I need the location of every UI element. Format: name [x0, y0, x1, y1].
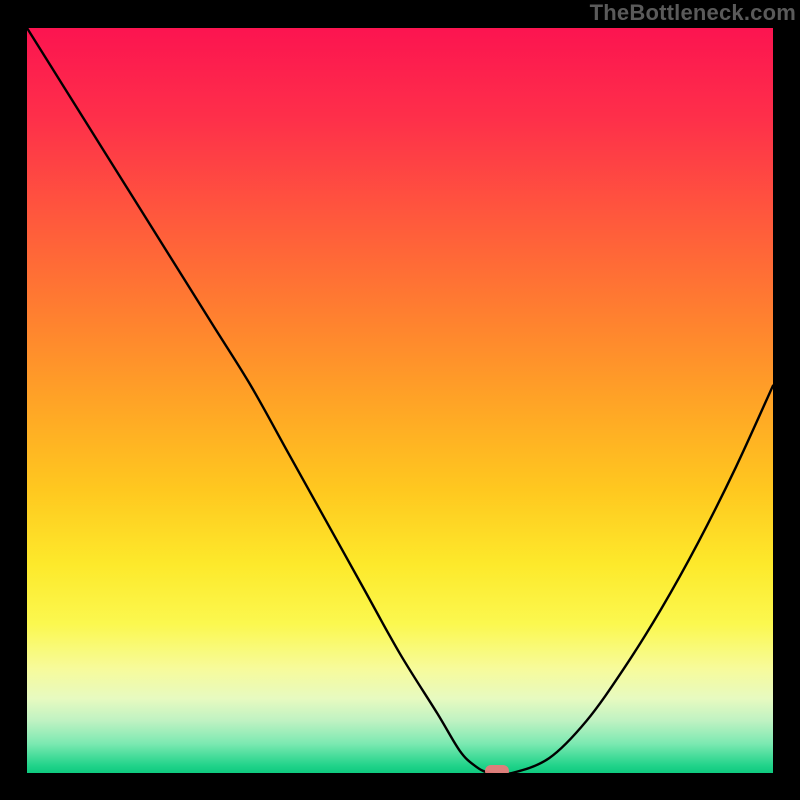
watermark-text: TheBottleneck.com — [590, 0, 796, 26]
bottleneck-curve — [27, 28, 773, 773]
plot-area — [27, 28, 773, 773]
chart-frame: TheBottleneck.com — [0, 0, 800, 800]
optimum-marker — [485, 765, 509, 773]
